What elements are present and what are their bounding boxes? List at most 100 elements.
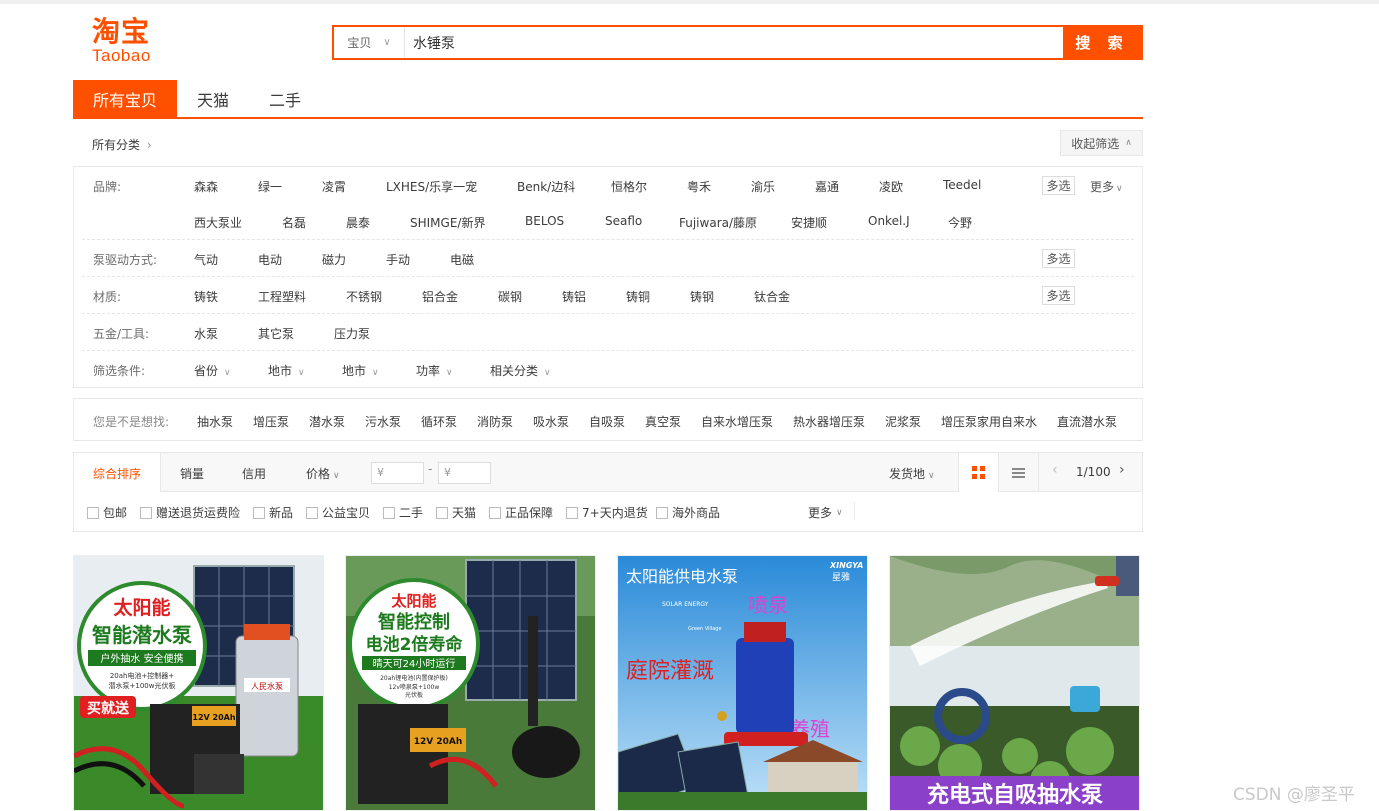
tab-second-hand[interactable]: 二手 [249,80,321,117]
price-max-input[interactable]: ¥ [438,462,491,484]
brand-item[interactable]: Seaflo [605,214,642,228]
drive-item[interactable]: 手动 [386,251,410,268]
filter-row-hardware: 五金/工具: 水泵 其它泵 压力泵 [82,314,1134,351]
material-item[interactable]: 不锈钢 [346,288,382,305]
suggestion-link[interactable]: 增压泵 [253,413,289,430]
material-multi-select-button[interactable]: 多选 [1042,286,1075,305]
brand-item[interactable]: 粤禾 [687,178,711,195]
material-item[interactable]: 碳钢 [498,288,522,305]
brand-more-button[interactable]: 更多 ∨ [1090,178,1123,195]
hardware-item[interactable]: 压力泵 [334,325,370,342]
brand-item[interactable]: 凌欧 [879,178,903,195]
prev-page-icon[interactable]: ‹ [1052,462,1058,478]
power-dropdown[interactable]: 功率 ∨ [416,362,453,379]
all-categories-link[interactable]: 所有分类 › [92,136,152,153]
brand-item[interactable]: 安捷顺 [791,214,827,231]
suggestion-link[interactable]: 自吸泵 [589,413,625,430]
suggestion-link[interactable]: 吸水泵 [533,413,569,430]
material-item[interactable]: 铸铝 [562,288,586,305]
suggestion-link[interactable]: 潜水泵 [309,413,345,430]
material-item[interactable]: 铸铜 [626,288,650,305]
collapse-filter-button[interactable]: 收起筛选 ∧ [1060,130,1143,156]
drive-multi-select-button[interactable]: 多选 [1042,249,1075,268]
material-item[interactable]: 铸铁 [194,288,218,305]
material-item[interactable]: 铝合金 [422,288,458,305]
hardware-item[interactable]: 其它泵 [258,325,294,342]
suggestion-link[interactable]: 污水泵 [365,413,401,430]
search-input[interactable] [404,27,1063,58]
suggestion-link[interactable]: 增压泵家用自来水 [941,413,1037,430]
material-item[interactable]: 铸钢 [690,288,714,305]
ship-from-dropdown[interactable]: 发货地 ∨ [889,465,935,482]
brand-item[interactable]: 嘉通 [815,178,839,195]
suggestion-link[interactable]: 直流潜水泵 [1057,413,1117,430]
checkbox-second-hand[interactable]: 二手 [383,504,423,521]
tab-all-items[interactable]: 所有宝贝 [73,80,177,117]
suggestion-link[interactable]: 真空泵 [645,413,681,430]
tab-tmall[interactable]: 天猫 [177,80,249,117]
checkbox-return-insurance[interactable]: 赠送退货运费险 [140,504,240,521]
brand-item[interactable]: 恒格尔 [611,178,647,195]
checkbox-label: 新品 [269,506,294,520]
brand-item[interactable]: 今野 [948,214,972,231]
filter-row-material: 材质: 铸铁 工程塑料 不锈钢 铝合金 碳钢 铸铝 铸铜 铸钢 钛合金 多选 [82,277,1134,314]
sort-credit[interactable]: 信用 [242,465,266,482]
suggestion-link[interactable]: 热水器增压泵 [793,413,865,430]
brand-item[interactable]: 名磊 [282,214,306,231]
suggestion-link[interactable]: 消防泵 [477,413,513,430]
brand-item[interactable]: Teedel [943,178,981,192]
sort-default[interactable]: 综合排序 [93,465,141,482]
grid-view-button[interactable] [958,453,998,492]
brand-item[interactable]: 晨泰 [346,214,370,231]
city-dropdown[interactable]: 地市 ∨ [268,362,305,379]
brand-item[interactable]: 绿一 [258,178,282,195]
suggestion-link[interactable]: 自来水增压泵 [701,413,773,430]
brand-item[interactable]: 西大泵业 [194,214,242,231]
more-services-button[interactable]: 更多 ∨ [808,504,843,521]
suggestion-link[interactable]: 循环泵 [421,413,457,430]
product-card[interactable]: 太阳能 智能潜水泵 户外抽水 安全便携 20ah电池+控制器+ 潜水泵+100w… [73,555,324,811]
checkbox-overseas[interactable]: 海外商品 [656,504,720,521]
product-card[interactable]: 太阳能供电水泵 XINGYA 星雅 SOLAR ENERGY Green Vil… [617,555,868,811]
brand-multi-select-button[interactable]: 多选 [1042,176,1075,195]
brand-item[interactable]: LXHES/乐享一宠 [386,178,477,195]
brand-item[interactable]: Onkel.J [868,214,910,228]
product-card[interactable]: 充电式自吸抽水泵 [889,555,1140,811]
suggestion-link[interactable]: 泥浆泵 [885,413,921,430]
search-category-select[interactable]: 宝贝 ∨ [334,27,404,58]
checkbox-genuine[interactable]: 正品保障 [489,504,553,521]
brand-item[interactable]: Benk/边科 [517,178,575,195]
brand-item[interactable]: BELOS [525,214,564,228]
drive-item[interactable]: 电磁 [450,251,474,268]
product-card[interactable]: 太阳能 智能控制 电池2倍寿命 晴天可24小时运行 20ah锂电池(内置保护板)… [345,555,596,811]
sort-sales[interactable]: 销量 [180,465,204,482]
city-dropdown[interactable]: 地市 ∨ [342,362,379,379]
checkbox-7day-return[interactable]: 7+天内退货 [566,504,648,521]
drive-item[interactable]: 气动 [194,251,218,268]
sort-price[interactable]: 价格 ∨ [306,465,340,482]
brand-item[interactable]: SHIMGE/新界 [410,214,485,231]
brand-item[interactable]: Fujiwara/藤原 [679,214,757,231]
list-view-button[interactable] [998,453,1038,492]
drive-item[interactable]: 电动 [258,251,282,268]
drive-item[interactable]: 磁力 [322,251,346,268]
related-category-dropdown[interactable]: 相关分类 ∨ [490,362,551,379]
checkbox-box [489,506,501,519]
material-item[interactable]: 工程塑料 [258,288,306,305]
search-button[interactable]: 搜 索 [1063,27,1141,58]
suggestion-link[interactable]: 抽水泵 [197,413,233,430]
material-item[interactable]: 钛合金 [754,288,790,305]
brand-item[interactable]: 森森 [194,178,218,195]
price-min-input[interactable]: ¥ [371,462,424,484]
next-page-icon[interactable]: › [1119,462,1125,478]
taobao-logo[interactable]: 淘宝 Taobao [92,16,172,68]
hardware-item[interactable]: 水泵 [194,325,218,342]
checkbox-charity[interactable]: 公益宝贝 [306,504,370,521]
checkbox-tmall[interactable]: 天猫 [436,504,476,521]
checkbox-new[interactable]: 新品 [253,504,293,521]
checkbox-free-shipping[interactable]: 包邮 [87,504,127,521]
province-dropdown[interactable]: 省份 ∨ [194,362,231,379]
brand-item[interactable]: 渝乐 [751,178,775,195]
brand-item[interactable]: 凌霄 [322,178,346,195]
checkbox-box [87,506,99,519]
